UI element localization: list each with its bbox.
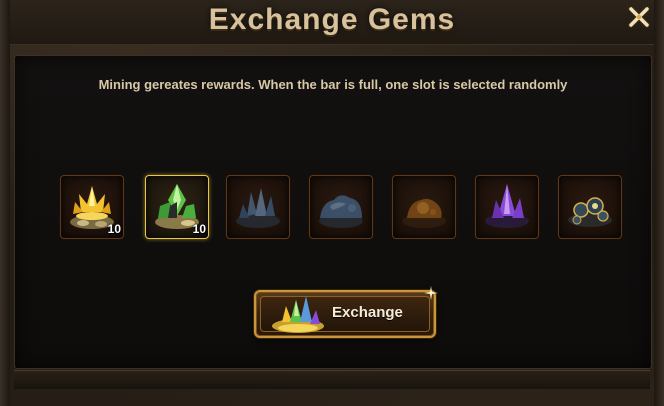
- reward-slot-3[interactable]: [226, 175, 290, 239]
- reward-slot-4[interactable]: [309, 175, 373, 239]
- close-button[interactable]: [628, 6, 650, 28]
- content-panel: Mining gereates rewards. When the bar is…: [14, 55, 652, 369]
- dialog-title: Exchange Gems: [208, 3, 456, 36]
- orange-ore-rock-icon: [402, 198, 446, 228]
- description-text: Mining gereates rewards. When the bar is…: [98, 77, 568, 92]
- exchange-button-label: Exchange: [332, 304, 403, 321]
- reward-slot-1[interactable]: 10: [60, 175, 124, 239]
- reward-slot-2[interactable]: 10: [145, 175, 209, 239]
- slot-count: 10: [192, 222, 206, 236]
- reward-slots: 10 10: [60, 175, 636, 239]
- purple-crystal-pile-icon: [485, 184, 529, 228]
- gem-pile-icon: [272, 296, 324, 333]
- dark-gem-cluster-icon: [568, 197, 612, 227]
- slot-count: 10: [107, 222, 121, 236]
- reward-slot-5[interactable]: [392, 175, 456, 239]
- title-bar: Exchange Gems: [10, 0, 654, 45]
- sparkle-icon: [424, 286, 438, 300]
- exchange-button[interactable]: Exchange: [254, 286, 438, 338]
- bottom-rail: [14, 370, 650, 389]
- dialog-frame: Exchange Gems Mining gereates rewards. W…: [0, 0, 664, 406]
- reward-slot-7[interactable]: [558, 175, 622, 239]
- reward-slot-6[interactable]: [475, 175, 539, 239]
- close-icon: [628, 6, 650, 28]
- blue-crystal-pile-icon: [236, 188, 280, 228]
- blue-ore-rock-icon: [319, 195, 363, 228]
